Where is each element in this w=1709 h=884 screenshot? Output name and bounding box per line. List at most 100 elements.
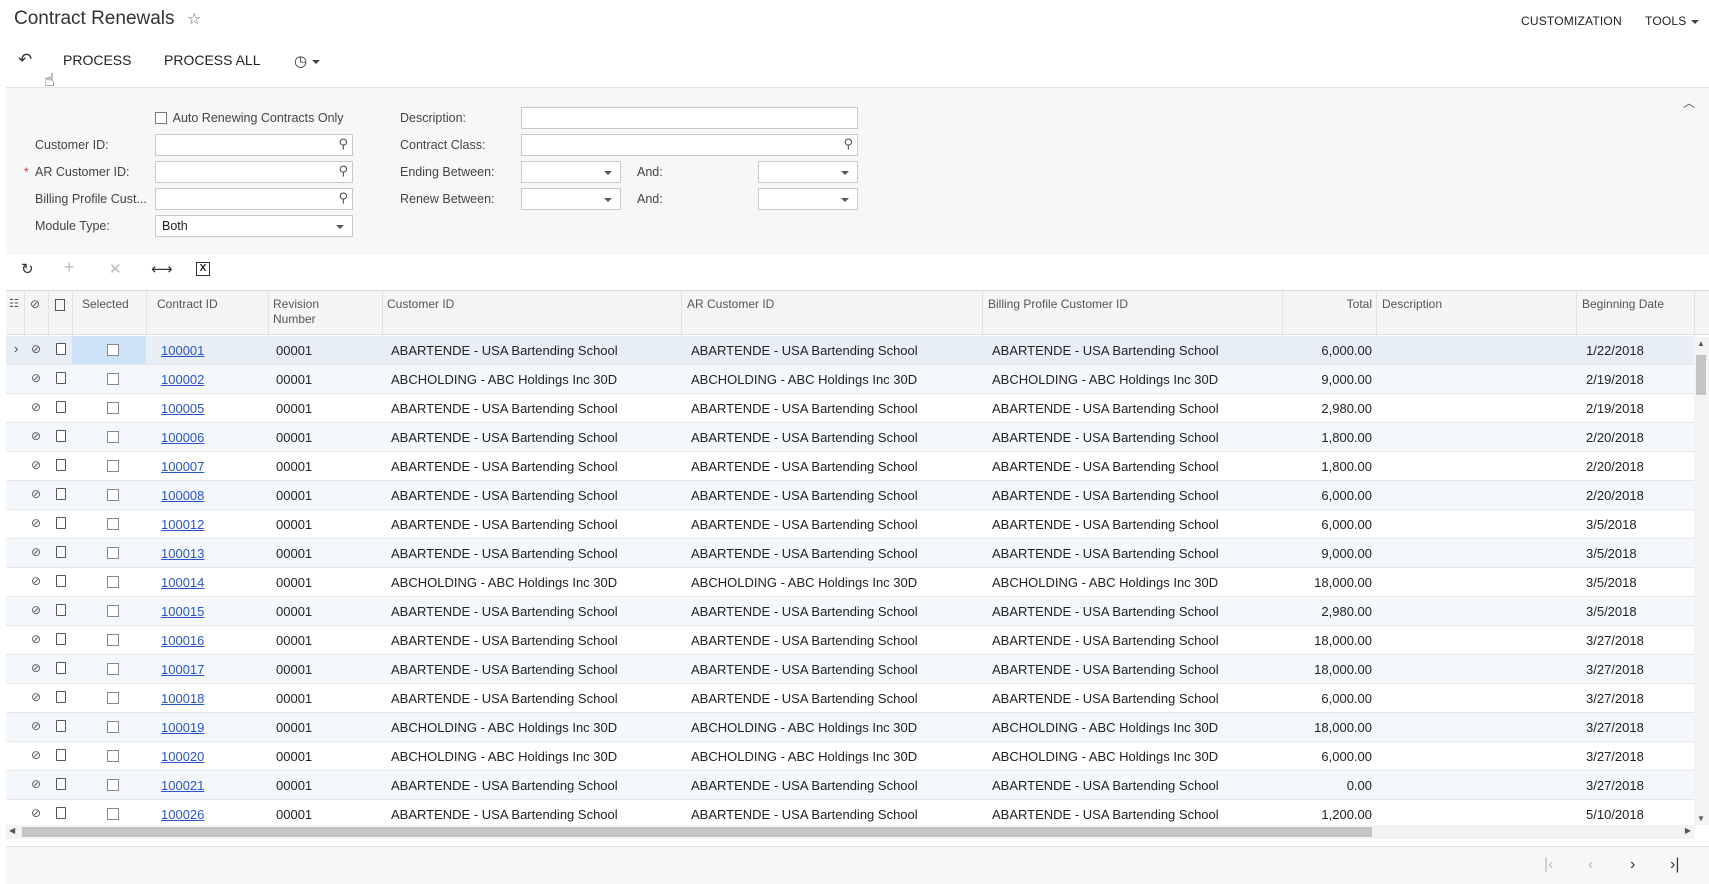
favorite-star-icon[interactable]: ☆ — [187, 9, 201, 29]
horizontal-scrollbar[interactable]: ◀ ▶ — [6, 825, 1694, 839]
search-icon[interactable]: ⚲ — [338, 163, 348, 179]
undo-icon[interactable]: ↶ — [18, 50, 32, 70]
collapse-panel-icon[interactable]: ︿ — [1683, 94, 1695, 111]
attachment-icon[interactable]: ⊘ — [31, 371, 41, 385]
contract-id-link[interactable]: 100001 — [161, 343, 204, 358]
col-contract-id[interactable]: Contract ID — [157, 297, 218, 312]
contract-id-link[interactable]: 100008 — [161, 488, 204, 503]
contract-id-link[interactable]: 100026 — [161, 807, 204, 822]
note-icon[interactable] — [56, 575, 66, 587]
renew-from-date[interactable] — [521, 188, 621, 210]
attachment-icon[interactable]: ⊘ — [31, 516, 41, 530]
scroll-down-icon[interactable]: ▼ — [1697, 814, 1705, 823]
ending-from-date[interactable] — [521, 161, 621, 183]
table-row[interactable]: ⊘ 100014 00001 ABCHOLDING - ABC Holdings In… — [6, 568, 1696, 597]
attachment-icon[interactable]: ⊘ — [31, 458, 41, 472]
search-icon[interactable]: ⚲ — [338, 190, 348, 206]
attachment-icon[interactable]: ⊘ — [31, 342, 41, 356]
table-row[interactable]: ⊘ 100008 00001 ABARTENDE - USA Bartending S… — [6, 481, 1696, 510]
first-page-icon[interactable]: |‹ — [1544, 856, 1553, 874]
col-customer-id[interactable]: Customer ID — [387, 297, 454, 312]
contract-id-link[interactable]: 100014 — [161, 575, 204, 590]
table-row[interactable]: ⊘ 100012 00001 ABARTENDE - USA Bartending S… — [6, 510, 1696, 539]
col-beginning-date[interactable]: Beginning Date — [1582, 297, 1664, 312]
row-select-checkbox[interactable] — [107, 518, 119, 530]
attachment-icon[interactable]: ⊘ — [31, 806, 41, 820]
col-revision-number[interactable]: Revision Number — [273, 297, 343, 327]
contract-id-link[interactable]: 100012 — [161, 517, 204, 532]
contract-id-link[interactable]: 100017 — [161, 662, 204, 677]
note-icon[interactable] — [56, 604, 66, 616]
contract-id-link[interactable]: 100019 — [161, 720, 204, 735]
table-row[interactable]: › ⊘ 100001 00001 ABARTENDE - USA Bartending … — [6, 336, 1696, 365]
row-select-checkbox[interactable] — [107, 489, 119, 501]
scroll-left-icon[interactable]: ◀ — [9, 826, 15, 835]
attachment-icon[interactable]: ⊘ — [31, 545, 41, 559]
row-select-checkbox[interactable] — [107, 663, 119, 675]
contract-id-link[interactable]: 100015 — [161, 604, 204, 619]
attachment-icon[interactable]: ⊘ — [31, 574, 41, 588]
customization-menu[interactable]: CUSTOMIZATION — [1521, 14, 1622, 28]
table-row[interactable]: ⊘ 100007 00001 ABARTENDE - USA Bartending S… — [6, 452, 1696, 481]
note-icon[interactable] — [56, 517, 66, 529]
search-icon[interactable]: ⚲ — [338, 136, 348, 152]
table-row[interactable]: ⊘ 100002 00001 ABCHOLDING - ABC Holdings In… — [6, 365, 1696, 394]
row-select-checkbox[interactable] — [107, 344, 119, 356]
row-select-checkbox[interactable] — [107, 605, 119, 617]
note-icon[interactable] — [56, 749, 66, 761]
search-icon[interactable]: ⚲ — [843, 136, 853, 152]
attachment-icon[interactable]: ⊘ — [31, 748, 41, 762]
auto-renewing-checkbox[interactable] — [155, 112, 167, 124]
note-icon[interactable] — [56, 720, 66, 732]
tools-menu[interactable]: TOOLS — [1645, 14, 1700, 28]
row-select-checkbox[interactable] — [107, 402, 119, 414]
attachment-icon[interactable]: ⊘ — [31, 400, 41, 414]
auto-renewing-filter[interactable]: Auto Renewing Contracts Only — [155, 110, 344, 125]
col-total[interactable]: Total — [1306, 297, 1372, 312]
process-all-button[interactable]: PROCESS ALL — [164, 52, 261, 68]
attachment-icon[interactable]: ⊘ — [31, 603, 41, 617]
table-row[interactable]: ⊘ 100020 00001 ABCHOLDING - ABC Holdings In… — [6, 742, 1696, 771]
attachment-icon[interactable]: ⊘ — [31, 487, 41, 501]
row-select-checkbox[interactable] — [107, 547, 119, 559]
refresh-icon[interactable]: ↻ — [21, 260, 34, 278]
row-select-checkbox[interactable] — [107, 721, 119, 733]
contract-id-link[interactable]: 100002 — [161, 372, 204, 387]
row-select-checkbox[interactable] — [107, 808, 119, 820]
customer-id-input[interactable]: ⚲ — [155, 134, 353, 156]
col-description[interactable]: Description — [1382, 297, 1442, 312]
attachment-icon[interactable]: ⊘ — [31, 690, 41, 704]
contract-id-link[interactable]: 100005 — [161, 401, 204, 416]
table-row[interactable]: ⊘ 100017 00001 ABARTENDE - USA Bartending S… — [6, 655, 1696, 684]
row-select-checkbox[interactable] — [107, 460, 119, 472]
add-row-icon[interactable]: + — [64, 257, 75, 278]
contract-id-link[interactable]: 100013 — [161, 546, 204, 561]
module-type-select[interactable]: Both — [155, 215, 353, 237]
description-input[interactable] — [521, 107, 858, 129]
note-icon[interactable] — [56, 546, 66, 558]
previous-page-icon[interactable]: ‹ — [1588, 856, 1593, 874]
table-row[interactable]: ⊘ 100006 00001 ABARTENDE - USA Bartending S… — [6, 423, 1696, 452]
note-icon[interactable] — [56, 807, 66, 819]
row-select-checkbox[interactable] — [107, 431, 119, 443]
table-row[interactable]: ⊘ 100005 00001 ABARTENDE - USA Bartending S… — [6, 394, 1696, 423]
contract-id-link[interactable]: 100018 — [161, 691, 204, 706]
table-row[interactable]: ⊘ 100015 00001 ABARTENDE - USA Bartending S… — [6, 597, 1696, 626]
contract-id-link[interactable]: 100020 — [161, 749, 204, 764]
note-icon[interactable] — [56, 430, 66, 442]
scroll-up-icon[interactable]: ▲ — [1697, 339, 1705, 348]
col-billing-profile-customer-id[interactable]: Billing Profile Customer ID — [988, 297, 1128, 312]
attachment-icon[interactable]: ⊘ — [31, 777, 41, 791]
table-row[interactable]: ⊘ 100019 00001 ABCHOLDING - ABC Holdings In… — [6, 713, 1696, 742]
attachment-icon[interactable]: ⊘ — [31, 719, 41, 733]
contract-class-input[interactable]: ⚲ — [521, 134, 858, 156]
renew-to-date[interactable] — [758, 188, 858, 210]
ending-to-date[interactable] — [758, 161, 858, 183]
ar-customer-id-input[interactable]: ⚲ — [155, 161, 353, 183]
row-select-checkbox[interactable] — [107, 576, 119, 588]
vertical-scroll-thumb[interactable] — [1696, 355, 1706, 395]
col-selected[interactable]: Selected — [82, 297, 129, 312]
fit-columns-icon[interactable]: ⟷ — [151, 260, 173, 278]
attachment-icon[interactable]: ⊘ — [31, 632, 41, 646]
row-select-checkbox[interactable] — [107, 750, 119, 762]
